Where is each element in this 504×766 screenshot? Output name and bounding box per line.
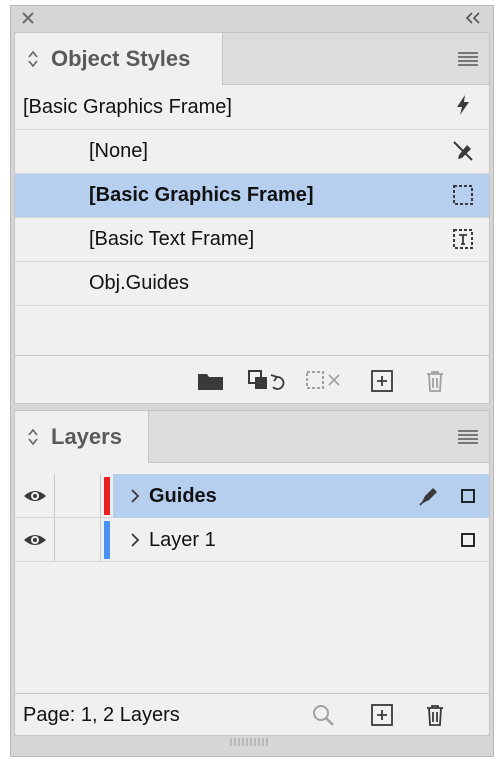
chevron-right-icon[interactable] bbox=[129, 532, 141, 548]
layer-color-swatch bbox=[101, 474, 113, 517]
pen-icon bbox=[419, 488, 437, 506]
selection-square-icon[interactable] bbox=[461, 533, 475, 547]
layer-name: Layer 1 bbox=[149, 528, 216, 551]
list-item[interactable]: Obj.Guides bbox=[15, 262, 489, 306]
current-style-label: [Basic Graphics Frame] bbox=[23, 95, 232, 118]
list-item-label: Obj.Guides bbox=[89, 272, 190, 294]
new-style-icon[interactable] bbox=[370, 369, 394, 393]
collapse-panel-icon[interactable] bbox=[463, 9, 483, 27]
text-frame-icon bbox=[453, 229, 473, 249]
list-item-label: [Basic Text Frame] bbox=[89, 228, 255, 250]
layers-tab-bar: Layers bbox=[15, 411, 489, 463]
list-item[interactable]: [Basic Text Frame] bbox=[15, 218, 489, 262]
expand-collapse-icon[interactable] bbox=[25, 426, 41, 448]
lightning-icon[interactable] bbox=[451, 93, 475, 117]
clear-overrides-icon[interactable] bbox=[247, 369, 287, 393]
resize-grip-icon[interactable] bbox=[229, 737, 269, 747]
eye-icon bbox=[24, 491, 46, 501]
object-styles-tab-bar: Object Styles bbox=[15, 33, 489, 85]
search-icon bbox=[313, 705, 334, 726]
panel-top-bar bbox=[11, 6, 493, 32]
current-style-row: [Basic Graphics Frame] bbox=[15, 85, 489, 130]
layer-name-cell[interactable]: Layer 1 bbox=[113, 518, 489, 562]
tab-title: Layers bbox=[51, 424, 122, 449]
selection-square-icon[interactable] bbox=[461, 489, 475, 503]
list-item-label: [None] bbox=[89, 140, 148, 162]
panel-menu-icon[interactable] bbox=[457, 51, 479, 67]
lock-toggle[interactable] bbox=[55, 518, 101, 561]
panel-menu-icon[interactable] bbox=[457, 429, 479, 445]
layer-color-swatch bbox=[101, 518, 113, 561]
list-item[interactable]: [None] bbox=[15, 130, 489, 174]
layer-name: Guides bbox=[149, 484, 217, 507]
object-styles-panel: Object Styles [Basic Graphics Frame] [No… bbox=[14, 32, 490, 404]
layer-row[interactable]: Guides bbox=[15, 474, 489, 518]
layers-footer: Page: 1, 2 Layers bbox=[15, 693, 489, 735]
list-item-label: [Basic Graphics Frame] bbox=[89, 184, 314, 206]
no-style-pen-icon bbox=[453, 141, 473, 161]
graphics-frame-icon bbox=[453, 185, 473, 205]
lock-toggle[interactable] bbox=[55, 474, 101, 517]
tab-object-styles[interactable]: Object Styles bbox=[15, 33, 223, 85]
eye-icon bbox=[24, 535, 46, 545]
clear-attributes-icon bbox=[306, 371, 340, 389]
visibility-toggle[interactable] bbox=[15, 518, 55, 561]
tab-layers[interactable]: Layers bbox=[15, 411, 149, 463]
layers-status: Page: 1, 2 Layers bbox=[23, 704, 180, 726]
layer-row[interactable]: Layer 1 bbox=[15, 518, 489, 562]
visibility-toggle[interactable] bbox=[15, 474, 55, 517]
close-icon[interactable] bbox=[19, 9, 37, 27]
new-layer-icon[interactable] bbox=[370, 703, 394, 727]
expand-collapse-icon[interactable] bbox=[25, 48, 41, 70]
layers-panel: Layers Guides Layer 1 Page: 1, 2 Layers bbox=[14, 410, 490, 736]
trash-icon[interactable] bbox=[423, 703, 447, 727]
folder-icon[interactable] bbox=[197, 370, 225, 392]
tab-title: Object Styles bbox=[51, 46, 191, 71]
list-item[interactable]: [Basic Graphics Frame] bbox=[15, 174, 489, 218]
chevron-right-icon[interactable] bbox=[129, 488, 141, 504]
trash-icon bbox=[427, 371, 443, 392]
panel-container: Object Styles [Basic Graphics Frame] [No… bbox=[10, 5, 494, 757]
layer-name-cell[interactable]: Guides bbox=[113, 474, 489, 518]
object-styles-footer bbox=[15, 355, 489, 403]
